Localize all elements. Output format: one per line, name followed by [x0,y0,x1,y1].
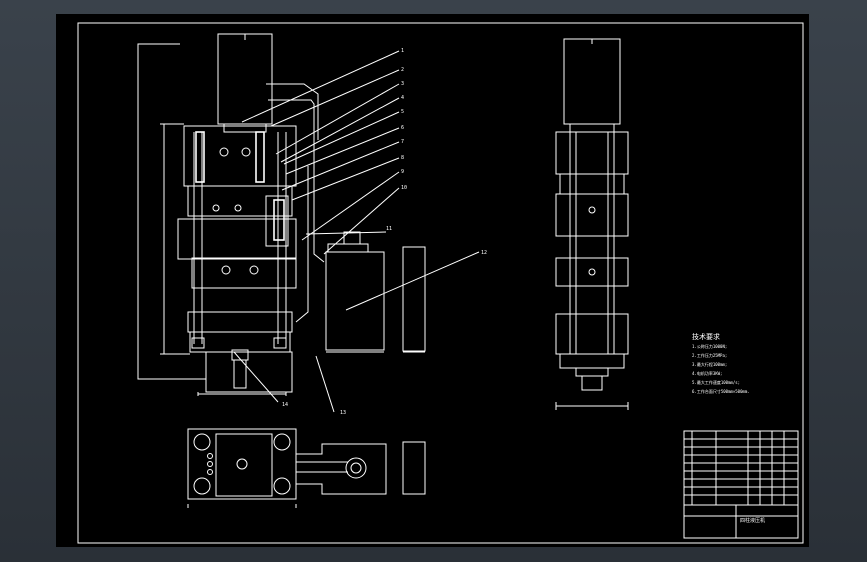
callout-12: 12 [481,250,487,256]
callout-5: 5 [401,109,404,115]
tech-req-item: 3.最大行程100mm; [692,361,727,367]
callout-6: 6 [401,125,404,131]
tech-req-item: 1.公称压力1000N; [692,343,727,349]
cad-viewport[interactable]: 1 2 3 4 5 6 7 8 9 10 11 12 13 14 技术要求 1.… [0,0,867,562]
drawing-canvas: 1 2 3 4 5 6 7 8 9 10 11 12 13 14 技术要求 1.… [77,22,804,544]
callout-1: 1 [401,48,404,54]
drawing-title: 四柱液压机 [740,517,765,524]
callout-2: 2 [401,67,404,73]
tech-req-item: 2.工作压力25MPa; [692,352,727,358]
callout-4: 4 [401,95,404,101]
callout-7: 7 [401,139,404,145]
title-block: 四柱液压机 [683,430,799,539]
tech-req-item: 6.工作台面尺寸500mm×500mm. [692,388,750,394]
callout-9: 9 [401,169,404,175]
tech-requirements: 技术要求 1.公称压力1000N; 2.工作压力25MPa; 3.最大行程100… [692,332,750,394]
callout-8: 8 [401,155,404,161]
drawing-sheet: 1 2 3 4 5 6 7 8 9 10 11 12 13 14 技术要求 1.… [56,14,809,547]
callout-11: 11 [386,226,392,232]
callout-10: 10 [401,185,407,191]
callout-13: 13 [340,410,346,416]
tech-req-item: 4.电机功率3KW; [692,370,722,376]
front-view: 1 2 3 4 5 6 7 8 9 10 11 12 13 14 [137,33,487,416]
inner-frame [77,22,804,544]
side-view [555,38,629,410]
top-view [187,428,426,508]
callout-14: 14 [282,402,288,408]
tech-req-item: 5.最大工作速度100mm/s; [692,379,740,385]
tech-req-title: 技术要求 [692,332,720,341]
callout-3: 3 [401,81,404,87]
